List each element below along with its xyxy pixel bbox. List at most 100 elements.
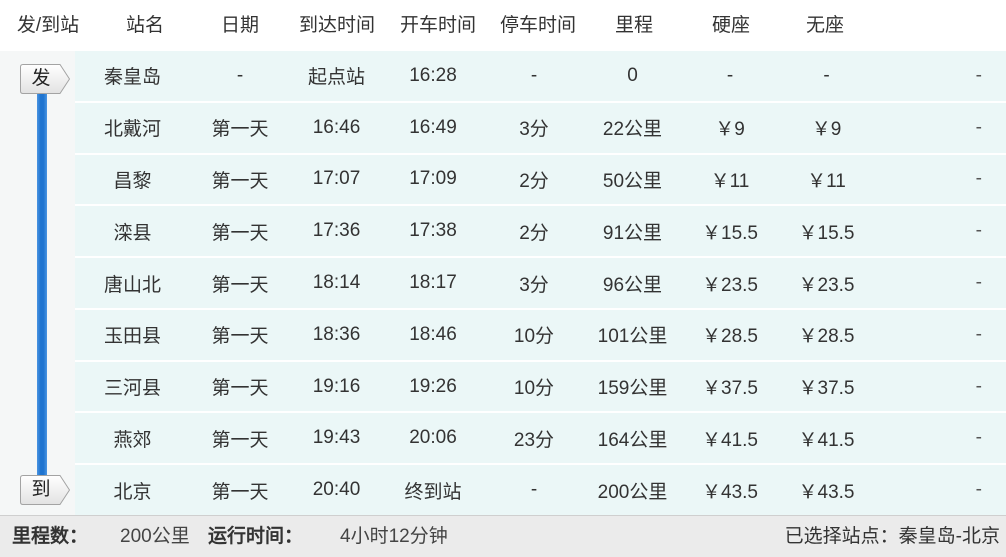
day: 第一天 <box>211 378 269 400</box>
day: 第一天 <box>211 222 269 244</box>
day: 第一天 <box>211 429 269 451</box>
day: 第一天 <box>211 170 269 192</box>
table-row[interactable]: 北戴河 第一天 16:46 16:49 3分 22公里 ￥9 ￥9 - <box>75 102 1006 155</box>
table-row[interactable]: 昌黎 第一天 17:07 17:09 2分 50公里 ￥11 ￥11 - <box>75 154 1006 207</box>
stop-duration: - <box>530 479 538 501</box>
arrival-time: 18:36 <box>312 323 361 345</box>
route-line <box>37 89 47 479</box>
stop-duration: 2分 <box>519 170 549 192</box>
table-row[interactable]: 唐山北 第一天 18:14 18:17 3分 96公里 ￥23.5 ￥23.5 … <box>75 258 1006 310</box>
stop-duration: 23分 <box>513 429 555 451</box>
day: 第一天 <box>211 326 269 348</box>
header-mileage: 里程 <box>614 15 653 36</box>
selected-stations: 已选择站点：秦皇岛-北京 <box>785 516 1000 557</box>
extra-column-value: - <box>975 116 982 138</box>
station-name: 三河县 <box>103 378 161 400</box>
hard-seat-price: ￥41.5 <box>702 429 758 451</box>
table-body: 发 到 秦皇岛 - 起点站 16:28 - 0 - - - 北戴河 第一天 16… <box>0 51 1006 516</box>
departure-time: 17:38 <box>409 220 457 242</box>
table-row[interactable]: 三河县 第一天 19:16 19:26 10分 159公里 ￥37.5 ￥37.… <box>75 361 1006 414</box>
selected-stations-label: 已选择站点： <box>784 526 899 547</box>
extra-column-value: - <box>975 220 982 242</box>
extra-column-value: - <box>975 168 982 190</box>
hard-seat-price: ￥9 <box>715 119 745 141</box>
departure-time: 终到站 <box>404 481 462 503</box>
station-name: 昌黎 <box>113 170 152 192</box>
arrive-badge: 到 <box>20 475 70 505</box>
arrival-time: 18:14 <box>312 272 361 294</box>
mileage: 50公里 <box>602 170 663 192</box>
no-seat-price: ￥9 <box>811 119 842 141</box>
day: 第一天 <box>211 481 269 503</box>
depart-badge: 发 <box>20 64 70 94</box>
mileage: 22公里 <box>602 119 663 141</box>
stop-duration: 10分 <box>513 378 555 400</box>
run-time-label: 运行时间： <box>208 526 304 547</box>
arrival-time: 17:07 <box>312 168 361 190</box>
mileage: 159公里 <box>597 378 668 400</box>
table-row[interactable]: 玉田县 第一天 18:36 18:46 10分 101公里 ￥28.5 ￥28.… <box>75 309 1006 362</box>
no-seat-price: ￥28.5 <box>798 326 855 348</box>
hard-seat-price: ￥43.5 <box>702 481 758 503</box>
depart-badge-label: 发 <box>31 68 51 89</box>
total-mileage-label: 里程数： <box>12 526 89 547</box>
arrival-time: 19:16 <box>312 375 361 397</box>
departure-time: 16:28 <box>409 64 457 86</box>
arrival-time: 19:43 <box>312 427 361 449</box>
header-no-seat: 无座 <box>805 15 844 36</box>
arrival-time: 17:36 <box>312 220 361 242</box>
header-from-to: 发/到站 <box>16 15 80 36</box>
extra-column-value: - <box>975 427 982 449</box>
hard-seat-price: - <box>726 64 734 86</box>
stop-duration: 10分 <box>513 326 555 348</box>
stop-duration: 3分 <box>519 274 549 296</box>
table-row[interactable]: 燕郊 第一天 19:43 20:06 23分 164公里 ￥41.5 ￥41.5… <box>75 413 1006 466</box>
no-seat-price: ￥15.5 <box>798 222 855 244</box>
station-name: 秦皇岛 <box>103 67 161 89</box>
departure-time: 20:06 <box>409 427 457 449</box>
header-date: 日期 <box>220 15 259 36</box>
header-arrival-time: 到达时间 <box>298 15 375 36</box>
departure-time: 19:26 <box>409 375 457 397</box>
station-name: 唐山北 <box>103 274 161 296</box>
extra-column-value: - <box>975 375 982 397</box>
no-seat-price: ￥43.5 <box>798 481 855 503</box>
stop-duration: 2分 <box>519 222 549 244</box>
day: - <box>236 64 244 86</box>
table-row[interactable]: 滦县 第一天 17:36 17:38 2分 91公里 ￥15.5 ￥15.5 - <box>75 206 1006 259</box>
arrival-time: 起点站 <box>307 67 365 89</box>
mileage: 91公里 <box>602 222 663 244</box>
no-seat-price: ￥23.5 <box>798 274 855 296</box>
mileage: 101公里 <box>597 326 668 348</box>
header-departure-time: 开车时间 <box>399 15 476 36</box>
mileage: 164公里 <box>597 429 668 451</box>
departure-time: 17:09 <box>409 168 457 190</box>
departure-time: 16:49 <box>409 116 457 138</box>
header-blank <box>868 0 1006 51</box>
stop-duration: 3分 <box>519 119 549 141</box>
mileage: 96公里 <box>602 274 663 296</box>
station-name: 北戴河 <box>103 119 161 141</box>
header-stop-duration: 停车时间 <box>499 15 576 36</box>
rows-container: 秦皇岛 - 起点站 16:28 - 0 - - - 北戴河 第一天 16:46 … <box>75 51 1006 516</box>
extra-column-value: - <box>975 272 982 294</box>
total-mileage-value: 200公里 <box>120 526 190 547</box>
hard-seat-price: ￥28.5 <box>702 326 758 348</box>
no-seat-price: ￥41.5 <box>798 429 855 451</box>
station-name: 玉田县 <box>103 326 161 348</box>
hard-seat-price: ￥11 <box>710 170 750 192</box>
selected-stations-value: 秦皇岛-北京 <box>898 526 1000 547</box>
table-row[interactable]: 秦皇岛 - 起点站 16:28 - 0 - - - <box>75 51 1006 103</box>
no-seat-price: ￥37.5 <box>798 378 855 400</box>
departure-time: 18:17 <box>409 272 457 294</box>
hard-seat-price: ￥37.5 <box>702 378 758 400</box>
extra-column-value: - <box>975 323 982 345</box>
station-name: 滦县 <box>113 222 152 244</box>
run-time-value: 4小时12分钟 <box>340 526 448 547</box>
arrive-badge-label: 到 <box>31 479 51 500</box>
train-timetable-panel: 发/到站 站名 日期 到达时间 开车时间 停车时间 里程 硬座 无座 发 到 秦… <box>0 0 1006 557</box>
table-row[interactable]: 北京 第一天 20:40 终到站 - 200公里 ￥43.5 ￥43.5 - <box>75 465 1006 516</box>
arrival-time: 16:46 <box>312 116 361 138</box>
hard-seat-price: ￥15.5 <box>702 222 758 244</box>
extra-column-value: - <box>975 64 982 86</box>
